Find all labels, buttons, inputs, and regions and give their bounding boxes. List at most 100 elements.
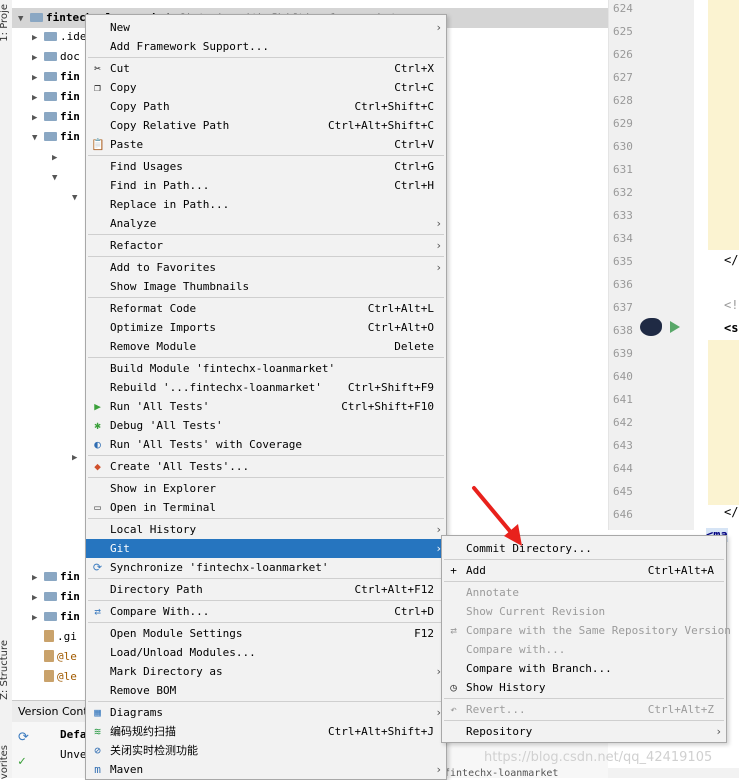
tree-row[interactable]: ▶ fin bbox=[32, 87, 80, 107]
changelist-unversioned[interactable]: Unve bbox=[60, 748, 87, 761]
menu-item-add-to-favorites[interactable]: Add to Favorites › bbox=[86, 258, 446, 277]
git-submenu: Commit Directory... + Add Ctrl+Alt+A Annotat… bbox=[441, 535, 731, 743]
menu-item-load-unload-modules[interactable]: Load/Unload Modules... bbox=[86, 643, 446, 662]
menu-item-compare-with[interactable]: Compare with... bbox=[442, 640, 726, 659]
menu-item-mark-directory-as[interactable]: Mark Directory as › bbox=[86, 662, 446, 681]
run-gutter-icon[interactable] bbox=[670, 321, 680, 333]
menu-item-open-module-settings[interactable]: Open Module Settings F12 bbox=[86, 624, 446, 643]
menu-item-label: Mark Directory as bbox=[110, 665, 223, 678]
tree-row[interactable]: ▼ bbox=[52, 167, 64, 187]
menu-item-find-in-path[interactable]: Find in Path... Ctrl+H bbox=[86, 176, 446, 195]
menu-item-run-all-tests-with-coverage[interactable]: ◐ Run 'All Tests' with Coverage bbox=[86, 435, 446, 454]
menu-item-copy-relative-path[interactable]: Copy Relative Path Ctrl+Alt+Shift+C bbox=[86, 116, 446, 135]
tree-row[interactable]: ▼ bbox=[72, 187, 84, 207]
tree-row[interactable]: ▶ doc bbox=[32, 47, 80, 67]
menu-item-reformat-code[interactable]: Reformat Code Ctrl+Alt+L bbox=[86, 299, 446, 318]
tree-row[interactable]: ▶ .idea bbox=[32, 27, 93, 47]
menu-item-git[interactable]: Git › bbox=[86, 539, 446, 558]
tree-row[interactable]: ▶ fin bbox=[32, 567, 80, 587]
menu-item-compare-with[interactable]: ⇄ Compare With... Ctrl+D bbox=[86, 602, 446, 621]
menu-item-optimize-imports[interactable]: Optimize Imports Ctrl+Alt+O bbox=[86, 318, 446, 337]
menu-item-create-all-tests[interactable]: ◆ Create 'All Tests'... bbox=[86, 457, 446, 476]
tree-row[interactable]: ▶ fin bbox=[32, 607, 80, 627]
line-number: 646 bbox=[613, 508, 633, 521]
menu-item-copy[interactable]: ❐ Copy Ctrl+C bbox=[86, 78, 446, 97]
menu-item-run-all-tests[interactable]: ▶ Run 'All Tests' Ctrl+Shift+F10 bbox=[86, 397, 446, 416]
menu-item-add[interactable]: + Add Ctrl+Alt+A bbox=[442, 561, 726, 580]
menu-item-open-in-terminal[interactable]: ▭ Open in Terminal bbox=[86, 498, 446, 517]
menu-item-cut[interactable]: ✂ Cut Ctrl+X bbox=[86, 59, 446, 78]
menu-item-synchronize-fintechx-loanmarket[interactable]: ⟳ Synchronize 'fintechx-loanmarket' bbox=[86, 558, 446, 577]
tree-row[interactable]: ▼ fin bbox=[32, 127, 80, 147]
menu-item-show-history[interactable]: ◷ Show History bbox=[442, 678, 726, 697]
menu-separator bbox=[88, 600, 444, 601]
menu-item-show-image-thumbnails[interactable]: Show Image Thumbnails bbox=[86, 277, 446, 296]
folder-icon bbox=[44, 572, 57, 581]
favorites-tool-tab[interactable]: vorites bbox=[0, 745, 10, 779]
tree-row[interactable]: ▶ bbox=[52, 147, 64, 167]
annotation-arrow bbox=[472, 486, 522, 546]
menu-item-replace-in-path[interactable]: Replace in Path... bbox=[86, 195, 446, 214]
tree-row[interactable]: @le bbox=[44, 667, 77, 687]
menu-item-repository[interactable]: Repository › bbox=[442, 722, 726, 741]
menu-item-remove-module[interactable]: Remove Module Delete bbox=[86, 337, 446, 356]
tree-row[interactable]: .gi bbox=[44, 627, 77, 647]
menu-item-revert[interactable]: ↶ Revert... Ctrl+Alt+Z bbox=[442, 700, 726, 719]
menu-item-label: Compare with the Same Repository Version bbox=[466, 624, 731, 637]
tree-row[interactable]: ▶ fin bbox=[32, 107, 80, 127]
menu-item-annotate[interactable]: Annotate bbox=[442, 583, 726, 602]
menu-item-paste[interactable]: 📋 Paste Ctrl+V bbox=[86, 135, 446, 154]
menu-item-label: Revert... bbox=[466, 703, 526, 716]
menu-item-show-in-explorer[interactable]: Show in Explorer bbox=[86, 479, 446, 498]
changelist-default[interactable]: Defa bbox=[60, 728, 87, 741]
menu-item-label: Synchronize 'fintechx-loanmarket' bbox=[110, 561, 329, 574]
menu-item-label: Remove Module bbox=[110, 340, 197, 353]
menu-item-compare-with-branch[interactable]: Compare with Branch... bbox=[442, 659, 726, 678]
menu-separator bbox=[88, 477, 444, 478]
menu-item-analyze[interactable]: Analyze › bbox=[86, 214, 446, 233]
line-number: 643 bbox=[613, 439, 633, 452]
menu-item-show-current-revision[interactable]: Show Current Revision bbox=[442, 602, 726, 621]
menu-item-compare-with-the-same-repository-version[interactable]: ⇄ Compare with the Same Repository Versio… bbox=[442, 621, 731, 640]
menu-item-find-usages[interactable]: Find Usages Ctrl+G bbox=[86, 157, 446, 176]
tree-row[interactable]: ▶ fin bbox=[32, 587, 80, 607]
menu-item-label: Paste bbox=[110, 138, 144, 151]
menu-item-new[interactable]: New › bbox=[86, 18, 446, 37]
tree-row[interactable]: @le bbox=[44, 647, 77, 667]
menu-separator bbox=[88, 297, 444, 298]
menu-item-diagrams[interactable]: ▦ Diagrams › bbox=[86, 703, 446, 722]
menu-item-rebuild-fintechx-loanmarket[interactable]: Rebuild '...fintechx-loanmarket' Ctrl+Shi… bbox=[86, 378, 446, 397]
menu-item-shortcut: F12 bbox=[414, 627, 434, 640]
bird-icon bbox=[640, 318, 662, 336]
menu-item-local-history[interactable]: Local History › bbox=[86, 520, 446, 539]
menu-item-shortcut: Ctrl+Alt+Z bbox=[647, 703, 714, 716]
line-number: 627 bbox=[613, 71, 633, 84]
check-icon[interactable]: ✓ bbox=[18, 754, 26, 769]
menu-item-add-framework-support[interactable]: Add Framework Support... bbox=[86, 37, 446, 56]
menu-item-directory-path[interactable]: Directory Path Ctrl+Alt+F12 bbox=[86, 580, 446, 599]
version-control-tab[interactable]: Version Cont bbox=[18, 705, 88, 718]
menu-item-label: Debug 'All Tests' bbox=[110, 419, 223, 432]
menu-item-item-48[interactable]: ≋ 编码规约扫描 Ctrl+Alt+Shift+J bbox=[86, 722, 446, 741]
menu-item-debug-all-tests[interactable]: ✱ Debug 'All Tests' bbox=[86, 416, 446, 435]
menu-item-maven[interactable]: m Maven › bbox=[86, 760, 446, 779]
menu-item-build-module-fintechx-loanmarket[interactable]: Build Module 'fintechx-loanmarket' bbox=[86, 359, 446, 378]
menu-item-refactor[interactable]: Refactor › bbox=[86, 236, 446, 255]
project-tool-tab[interactable]: 1: Proje bbox=[0, 4, 10, 42]
menu-item-shortcut: Delete bbox=[394, 340, 434, 353]
menu-item-shortcut: Ctrl+Alt+O bbox=[367, 321, 434, 334]
menu-item-label: Create 'All Tests'... bbox=[110, 460, 250, 473]
tree-row[interactable]: ▶ bbox=[72, 447, 84, 467]
menu-item-remove-bom[interactable]: Remove BOM bbox=[86, 681, 446, 700]
menu-item-item-49[interactable]: ⊘ 关闭实时检测功能 bbox=[86, 741, 446, 760]
refresh-icon[interactable]: ⟳ bbox=[18, 730, 29, 745]
menu-item-shortcut: Ctrl+Shift+F10 bbox=[341, 400, 434, 413]
line-number: 644 bbox=[613, 462, 633, 475]
menu-separator bbox=[444, 559, 724, 560]
status-bar bbox=[608, 768, 739, 778]
tree-row[interactable]: ▶ fin bbox=[32, 67, 80, 87]
menu-item-copy-path[interactable]: Copy Path Ctrl+Shift+C bbox=[86, 97, 446, 116]
editor-gutter: 624 625 626 627 628 629 630 631 632 633 634 635 636 6… bbox=[608, 0, 707, 530]
menu-item-label: Local History bbox=[110, 523, 197, 536]
structure-tool-tab[interactable]: Z: Structure bbox=[0, 640, 10, 700]
